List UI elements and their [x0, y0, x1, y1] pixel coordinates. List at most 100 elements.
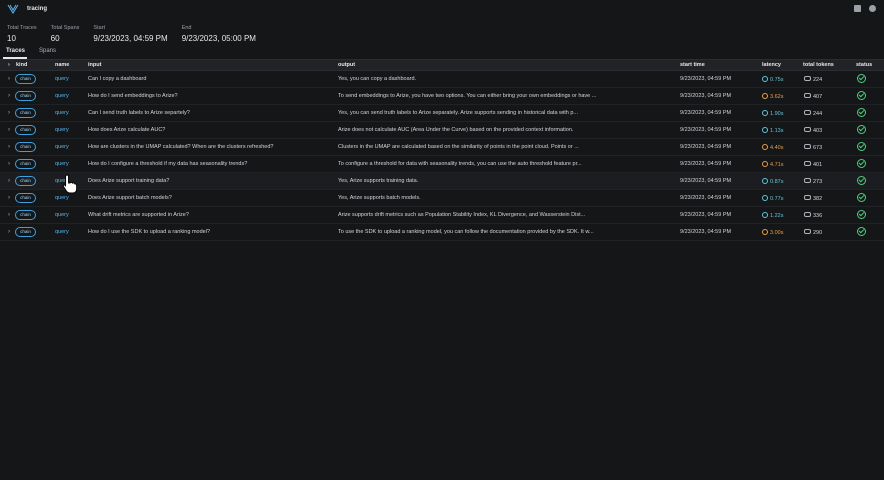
- table-row[interactable]: › chain query Does Arize support batch mode…: [0, 190, 884, 207]
- expand-row-icon[interactable]: ›: [8, 144, 10, 150]
- tab-traces[interactable]: Traces: [6, 48, 25, 54]
- expand-row-icon[interactable]: ›: [8, 110, 10, 116]
- column-header-status[interactable]: status: [856, 62, 872, 68]
- latency-cell: 3.62s: [762, 93, 783, 100]
- clock-icon: [762, 93, 768, 99]
- latency-value: 3.62s: [770, 94, 784, 100]
- tokens-cell: 273: [804, 178, 822, 185]
- phoenix-logo-icon[interactable]: [7, 4, 19, 15]
- tokens-cell: 407: [804, 93, 822, 100]
- start-time-cell: 9/23/2023, 04:59 PM: [680, 212, 732, 218]
- tab-spans[interactable]: Spans: [39, 48, 56, 54]
- kind-badge: chain: [15, 176, 36, 186]
- kind-badge: chain: [15, 91, 36, 101]
- github-icon[interactable]: [869, 5, 876, 12]
- stat-label: Total Spans: [50, 25, 80, 31]
- input-cell: Can I copy a dashboard: [88, 76, 147, 82]
- table-row[interactable]: › chain query Can I copy a dashboard Yes, yo…: [0, 71, 884, 88]
- table-row[interactable]: › chain query Can I send truth labels to Ar…: [0, 105, 884, 122]
- span-name-link[interactable]: query: [55, 212, 85, 218]
- column-header-output[interactable]: output: [338, 62, 355, 68]
- status-ok-icon: [857, 210, 866, 219]
- tokens-value: 673: [813, 145, 823, 151]
- token-icon: [804, 93, 811, 98]
- tokens-cell: 336: [804, 212, 822, 219]
- token-icon: [804, 161, 811, 166]
- active-tab-indicator: [3, 57, 27, 59]
- clock-icon: [762, 110, 768, 116]
- span-name-link[interactable]: query: [55, 144, 85, 150]
- table-row[interactable]: › chain query What drift metrics are suppor…: [0, 207, 884, 224]
- input-cell: Does Arize support batch models?: [88, 195, 172, 201]
- stat-start: Start 9/23/2023, 04:59 PM: [93, 25, 167, 43]
- status-ok-icon: [857, 159, 866, 168]
- table-row[interactable]: › chain query How do I use the SDK to uploa…: [0, 224, 884, 241]
- status-ok-icon: [857, 142, 866, 151]
- expand-row-icon[interactable]: ›: [8, 195, 10, 201]
- column-header-total-tokens[interactable]: total tokens: [803, 62, 834, 68]
- table-row[interactable]: › chain query How do I configure a threshol…: [0, 156, 884, 173]
- expand-row-icon[interactable]: ›: [8, 76, 10, 82]
- start-time-cell: 9/23/2023, 04:59 PM: [680, 110, 732, 116]
- token-icon: [804, 76, 811, 81]
- status-ok-icon: [857, 108, 866, 117]
- span-name-link[interactable]: query: [55, 93, 85, 99]
- span-name-link[interactable]: query: [55, 76, 85, 82]
- clock-icon: [762, 212, 768, 218]
- kind-badge: chain: [15, 159, 36, 169]
- start-time-cell: 9/23/2023, 04:59 PM: [680, 93, 732, 99]
- expand-all-icon[interactable]: ›: [8, 62, 10, 68]
- token-icon: [804, 212, 811, 217]
- status-ok-icon: [857, 125, 866, 134]
- docs-icon[interactable]: [854, 5, 861, 12]
- column-header-input[interactable]: input: [88, 62, 101, 68]
- expand-row-icon[interactable]: ›: [8, 212, 10, 218]
- expand-row-icon[interactable]: ›: [8, 178, 10, 184]
- stat-total-spans: Total Spans 60: [51, 25, 80, 43]
- status-ok-icon: [857, 193, 866, 202]
- latency-value: 4.71s: [770, 162, 784, 168]
- latency-cell: 3.00s: [762, 229, 783, 236]
- start-time-cell: 9/23/2023, 04:59 PM: [680, 195, 732, 201]
- kind-badge: chain: [15, 193, 36, 203]
- tokens-value: 336: [813, 213, 823, 219]
- input-cell: What drift metrics are supported in Ariz…: [88, 212, 189, 218]
- stat-label: End: [181, 25, 192, 31]
- input-cell: Can I send truth labels to Arize separte…: [88, 110, 190, 116]
- span-name-link[interactable]: query: [55, 110, 85, 116]
- column-header-kind[interactable]: kind: [16, 62, 27, 68]
- expand-row-icon[interactable]: ›: [8, 229, 10, 235]
- input-cell: How do I use the SDK to upload a ranking…: [88, 229, 210, 235]
- expand-row-icon[interactable]: ›: [8, 93, 10, 99]
- tokens-value: 401: [813, 162, 823, 168]
- tokens-value: 244: [813, 111, 823, 117]
- tokens-cell: 290: [804, 229, 822, 236]
- span-name-link[interactable]: query: [55, 229, 85, 235]
- output-cell: Arize does not calculate AUC (Area Under…: [338, 127, 574, 133]
- kind-badge: chain: [15, 142, 36, 152]
- top-icons: [854, 5, 876, 12]
- latency-value: 4.40s: [770, 145, 784, 151]
- table-row[interactable]: › chain query Does Arize support training d…: [0, 173, 884, 190]
- stat-value: 10: [7, 34, 16, 43]
- stat-value: 9/23/2023, 04:59 PM: [93, 34, 168, 43]
- traces-table: › kind name input output start time late…: [0, 60, 884, 241]
- span-name-link[interactable]: query: [55, 161, 85, 167]
- clock-icon: [762, 127, 768, 133]
- table-row[interactable]: › chain query How are clusters in the UMAP …: [0, 139, 884, 156]
- top-bar: tracing: [0, 0, 884, 18]
- latency-cell: 4.71s: [762, 161, 783, 168]
- table-row[interactable]: › chain query How do I send embeddings to A…: [0, 88, 884, 105]
- tokens-cell: 673: [804, 144, 822, 151]
- clock-icon: [762, 144, 768, 150]
- column-header-latency[interactable]: latency: [762, 62, 781, 68]
- token-icon: [804, 195, 811, 200]
- expand-row-icon[interactable]: ›: [8, 161, 10, 167]
- expand-row-icon[interactable]: ›: [8, 127, 10, 133]
- span-name-link[interactable]: query: [55, 195, 85, 201]
- column-header-start-time[interactable]: start time: [680, 62, 705, 68]
- column-header-name[interactable]: name: [55, 62, 69, 68]
- table-body: › chain query Can I copy a dashboard Yes, yo…: [0, 71, 884, 241]
- span-name-link[interactable]: query: [55, 127, 85, 133]
- table-row[interactable]: › chain query How does Arize calculate AUC?…: [0, 122, 884, 139]
